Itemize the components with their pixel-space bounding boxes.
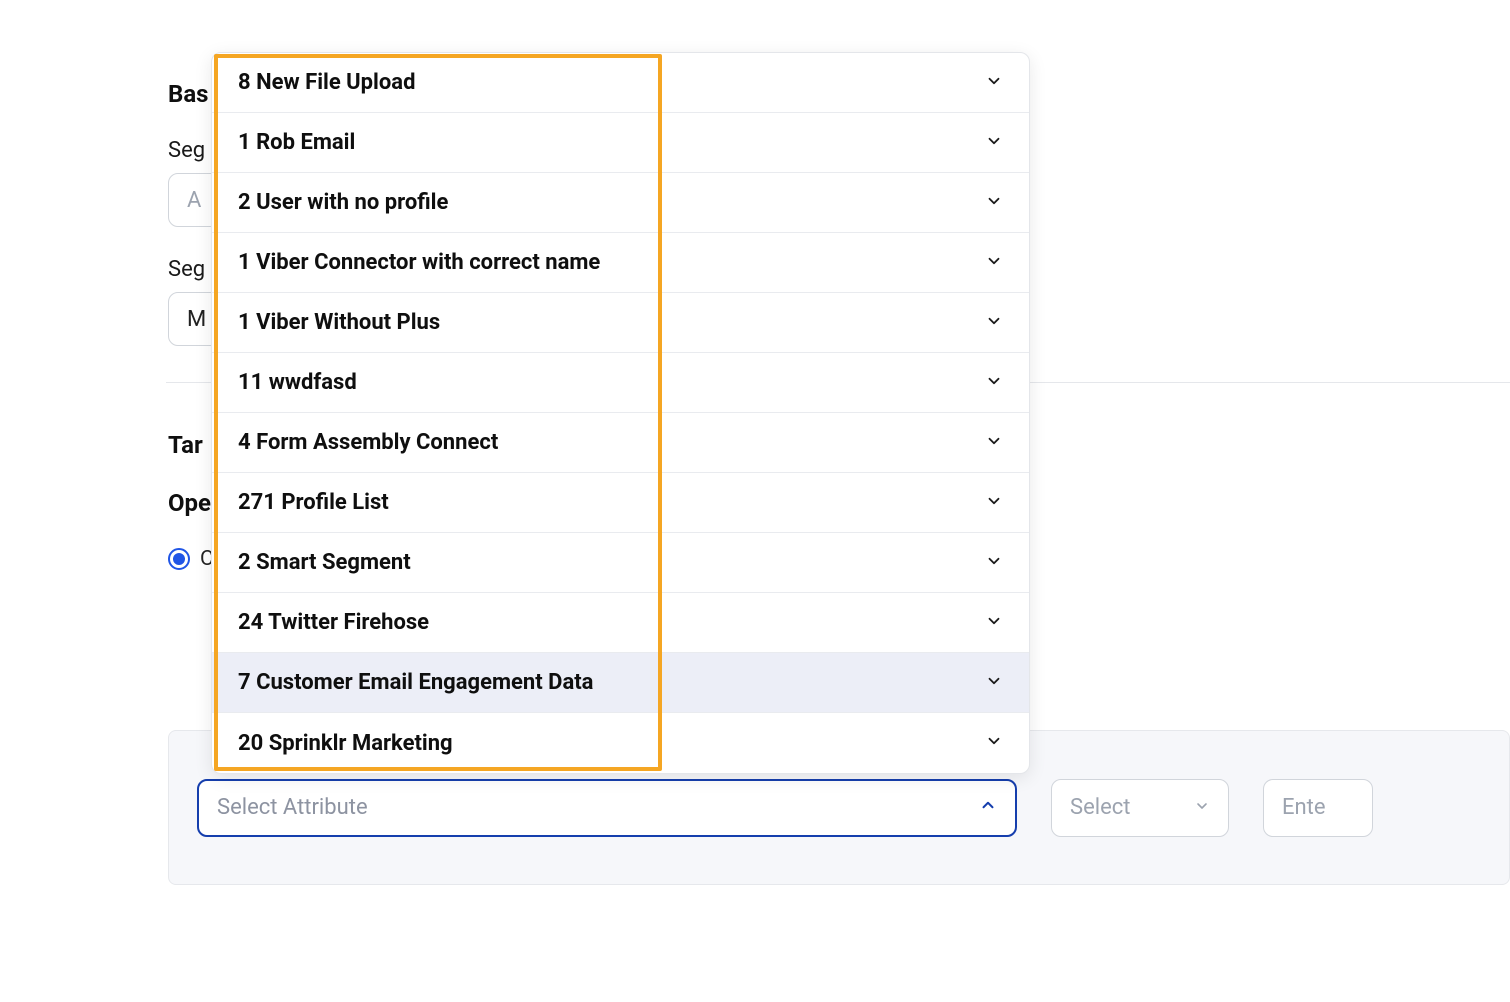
chevron-down-icon: [1194, 795, 1210, 820]
dropdown-item[interactable]: 271 Profile List: [212, 473, 1029, 533]
select-attribute-dropdown[interactable]: Select Attribute: [197, 779, 1017, 837]
dropdown-item[interactable]: 24 Twitter Firehose: [212, 593, 1029, 653]
dropdown-item[interactable]: 1 Viber Without Plus: [212, 293, 1029, 353]
chevron-down-icon: [985, 72, 1003, 94]
segment-input-1-placeholder: A: [187, 188, 201, 213]
dropdown-item-label: 2 User with no profile: [238, 190, 448, 215]
dropdown-item-label: 271 Profile List: [238, 490, 389, 515]
select-operator-placeholder: Select: [1070, 795, 1130, 820]
value-input[interactable]: Ente: [1263, 779, 1373, 837]
chevron-down-icon: [985, 372, 1003, 394]
chevron-up-icon: [979, 795, 997, 820]
dropdown-item-label: 8 New File Upload: [238, 70, 415, 95]
chevron-down-icon: [985, 312, 1003, 334]
dropdown-item[interactable]: 4 Form Assembly Connect: [212, 413, 1029, 473]
dropdown-item[interactable]: 2 Smart Segment: [212, 533, 1029, 593]
segment-input-2-value: M: [187, 307, 206, 332]
dropdown-item-label: 20 Sprinklr Marketing: [238, 731, 453, 756]
radio-selected-icon: [168, 548, 190, 570]
select-attribute-placeholder: Select Attribute: [217, 795, 368, 820]
chevron-down-icon: [985, 492, 1003, 514]
dropdown-item-label: 2 Smart Segment: [238, 550, 411, 575]
dropdown-item[interactable]: 1 Viber Connector with correct name: [212, 233, 1029, 293]
dropdown-item[interactable]: 1 Rob Email: [212, 113, 1029, 173]
dropdown-item[interactable]: 2 User with no profile: [212, 173, 1029, 233]
chevron-down-icon: [985, 552, 1003, 574]
dropdown-item-label: 11 wwdfasd: [238, 370, 357, 395]
chevron-down-icon: [985, 132, 1003, 154]
chevron-down-icon: [985, 612, 1003, 634]
select-operator-dropdown[interactable]: Select: [1051, 779, 1229, 837]
chevron-down-icon: [985, 252, 1003, 274]
dropdown-item-label: 1 Viber Connector with correct name: [238, 250, 600, 275]
dropdown-item-label: 4 Form Assembly Connect: [238, 430, 498, 455]
chevron-down-icon: [985, 672, 1003, 694]
chevron-down-icon: [985, 432, 1003, 454]
dropdown-item-label: 1 Rob Email: [238, 130, 355, 155]
dropdown-item[interactable]: 7 Customer Email Engagement Data: [212, 653, 1029, 713]
dropdown-item-label: 7 Customer Email Engagement Data: [238, 670, 593, 695]
dropdown-item-label: 1 Viber Without Plus: [238, 310, 440, 335]
dropdown-item[interactable]: 8 New File Upload: [212, 53, 1029, 113]
chevron-down-icon: [985, 732, 1003, 754]
dropdown-item[interactable]: 20 Sprinklr Marketing: [212, 713, 1029, 773]
chevron-down-icon: [985, 192, 1003, 214]
dropdown-item-label: 24 Twitter Firehose: [238, 610, 429, 635]
dropdown-item[interactable]: 11 wwdfasd: [212, 353, 1029, 413]
value-input-placeholder: Ente: [1282, 795, 1326, 820]
attribute-dropdown-panel: 8 New File Upload 1 Rob Email 2 User with …: [211, 52, 1030, 774]
